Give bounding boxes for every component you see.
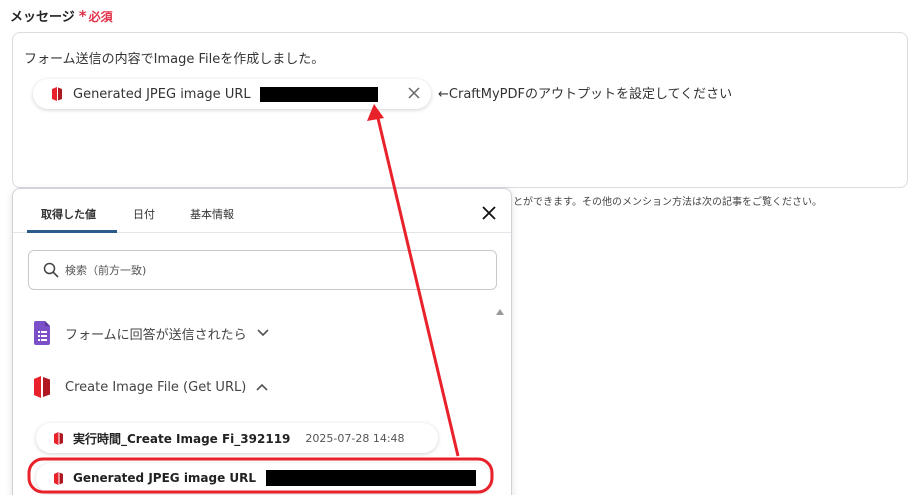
required-star: * (78, 6, 87, 25)
search-placeholder: 検索（前方一致) (65, 264, 147, 277)
craftmypdf-icon (54, 471, 63, 485)
group-label: フォームに回答が送信されたら (65, 327, 247, 343)
close-icon[interactable] (406, 85, 422, 101)
group-create-image-file[interactable]: Create Image File (Get URL) (33, 375, 268, 399)
result-label: Generated JPEG image URL (73, 471, 257, 485)
field-label-text: メッセージ (10, 10, 75, 25)
group-form-submitted[interactable]: フォームに回答が送信されたら (33, 321, 269, 345)
search-icon (43, 262, 59, 278)
result-timestamp: 2025-07-28 14:48 (305, 431, 405, 445)
required-text: 必須 (88, 9, 113, 24)
help-text: とができます。その他のメンション方法は次の記事をご覧ください。 (513, 197, 822, 208)
result-label: 実行時間_Create Image Fi_392119 (73, 431, 291, 446)
craftmypdf-icon (52, 87, 62, 101)
close-icon[interactable] (481, 205, 497, 221)
message-text: フォーム送信の内容でImage Fileを作成しました。 (24, 52, 325, 67)
mention-chip[interactable]: Generated JPEG image URL (33, 79, 431, 109)
redacted-value (259, 86, 378, 102)
value-picker-dropdown: 取得した値 日付 基本情報 検索（前方一致) フォームに回答が送信されたら Cr… (12, 188, 512, 495)
tab-date[interactable]: 日付 (133, 206, 155, 222)
required-badge: * 必須 (79, 7, 113, 25)
chevron-down-icon (257, 329, 269, 337)
group-label: Create Image File (Get URL) (65, 379, 247, 395)
craftmypdf-icon (34, 376, 50, 398)
tab-basic-info[interactable]: 基本情報 (190, 206, 234, 222)
search-input[interactable]: 検索（前方一致) (28, 250, 497, 290)
chevron-up-icon (256, 383, 268, 391)
message-field-label: メッセージ * 必須 (10, 6, 113, 26)
result-item-execution-time[interactable]: 実行時間_Create Image Fi_392119 2025-07-28 1… (36, 423, 438, 453)
chip-label: Generated JPEG image URL (73, 86, 251, 102)
hint-text: ←CraftMyPDFのアウトプットを設定してください (438, 87, 733, 102)
redacted-value (266, 470, 477, 486)
form-icon (34, 321, 50, 345)
active-tab-indicator (27, 230, 117, 233)
message-textarea[interactable]: フォーム送信の内容でImage Fileを作成しました。 Generated J… (12, 32, 908, 188)
tab-bar: 取得した値 日付 基本情報 (13, 189, 511, 233)
scroll-up-arrow[interactable] (496, 309, 504, 315)
tab-acquired-values[interactable]: 取得した値 (41, 206, 96, 222)
result-item-jpeg-url[interactable]: Generated JPEG image URL (36, 463, 490, 493)
craftmypdf-icon (54, 431, 63, 445)
